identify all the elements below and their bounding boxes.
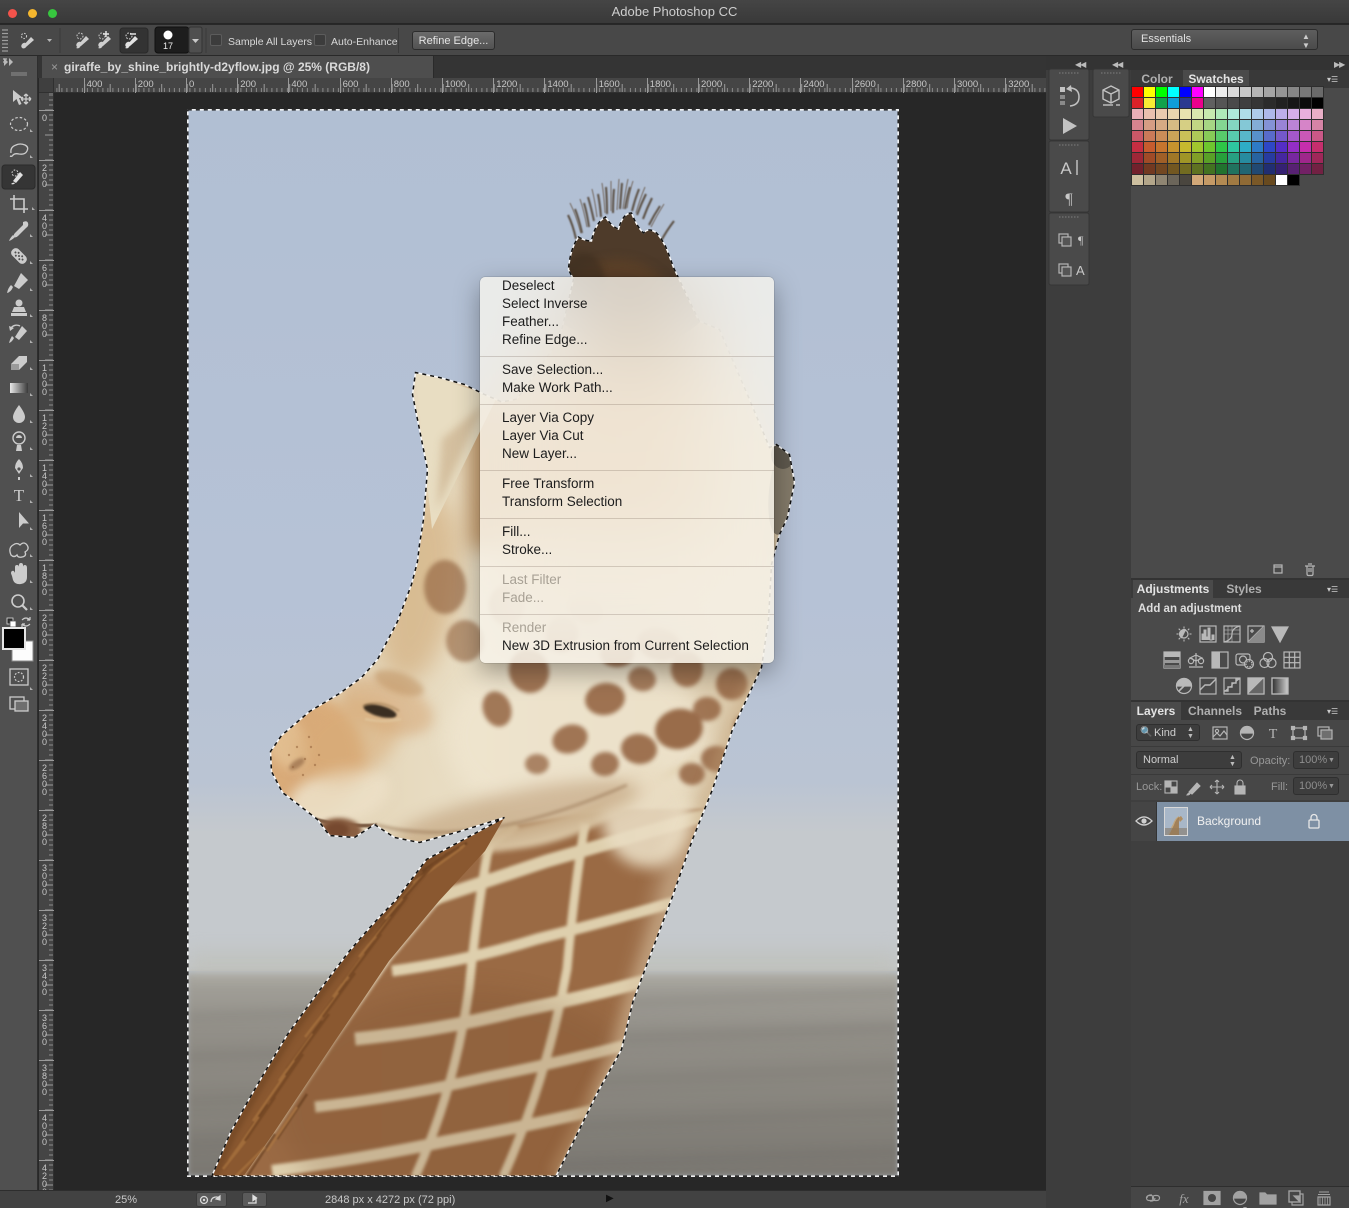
svg-text:17: 17 — [163, 41, 173, 51]
svg-text:¶: ¶ — [1078, 233, 1084, 247]
svg-text:A: A — [1076, 263, 1085, 278]
svg-text:¶: ¶ — [1065, 191, 1073, 208]
svg-text:T: T — [1269, 727, 1278, 742]
svg-text:T: T — [14, 486, 25, 505]
svg-text:fx: fx — [1179, 1191, 1189, 1206]
svg-text:A: A — [1060, 159, 1072, 178]
